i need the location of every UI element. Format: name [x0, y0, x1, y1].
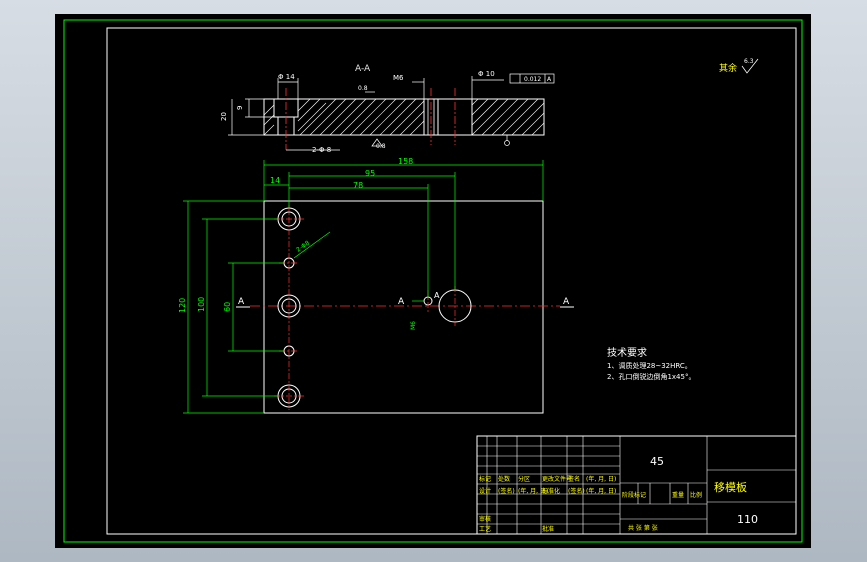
dim-depth9: 9	[236, 106, 244, 110]
sheet-background	[55, 14, 811, 548]
tb-r2-c6: (年, 月, 日)	[586, 487, 616, 495]
dim-95: 95	[365, 169, 375, 178]
tb-r3-c1: 审核	[479, 515, 491, 523]
surface-note-label: 其余	[719, 62, 737, 74]
tb-r1-c5: 签名	[568, 475, 580, 483]
tb-r2-c5: (签名)	[568, 487, 585, 495]
section-mark-right: A	[563, 297, 570, 307]
title-material: 45	[650, 455, 664, 468]
tb-r4-c3: 批准	[542, 525, 554, 533]
tb-r4-c1: 工艺	[479, 525, 491, 533]
roughness-left: 0.8	[358, 85, 368, 92]
title-part-name: 移模板	[714, 480, 747, 494]
tb-r1-c6: (年, 月, 日)	[586, 475, 616, 483]
tb-r1-c2: 处数	[498, 475, 510, 483]
section-title: A-A	[355, 64, 371, 74]
tb-r1-c3: 分区	[518, 475, 530, 483]
dim-tap-note: M6	[410, 321, 417, 330]
surface-note-value: 6.3	[744, 58, 754, 65]
dim-120: 120	[178, 298, 187, 313]
section-mark-left: A	[238, 297, 245, 307]
drawing-canvas[interactable]: A-A 0.012 A Φ 14 9 20 M6 Φ 10 2-Φ 8 0.8 …	[0, 0, 867, 562]
dim-2phi8: 2-Φ 8	[312, 146, 331, 154]
dim-depth20: 20	[220, 112, 228, 121]
tb-r2-c2: (签名)	[498, 487, 515, 495]
dim-78: 78	[353, 181, 363, 190]
tb-sheets: 共 张 第 张	[628, 524, 658, 532]
tb-r2-c1: 设计	[479, 487, 491, 495]
tb-r1-c1: 标记	[479, 475, 491, 483]
tb-r2-c4: 标准化	[542, 487, 560, 495]
dim-phi10: Φ 10	[478, 70, 495, 78]
tolerance-value: 0.012	[524, 76, 541, 83]
tech-req-line-2: 2、孔口倒锐边倒角1x45°。	[607, 372, 695, 381]
title-drawing-no: 110	[737, 513, 758, 526]
dim-m6: M6	[393, 74, 404, 82]
dim-100: 100	[197, 297, 206, 312]
section-mark-mid: A	[398, 297, 405, 307]
tb-scale: 比例	[690, 491, 702, 499]
dim-14: 14	[270, 176, 280, 185]
tb-stage: 阶段标记	[622, 491, 646, 499]
tb-weight: 重量	[672, 491, 684, 499]
dim-60: 60	[223, 302, 232, 312]
dim-158: 158	[398, 157, 413, 166]
cad-viewport[interactable]: A-A 0.012 A Φ 14 9 20 M6 Φ 10 2-Φ 8 0.8 …	[0, 0, 867, 562]
section-mark-mid2: A	[434, 291, 440, 300]
dim-phi14: Φ 14	[278, 73, 295, 81]
tech-req-title: 技术要求	[607, 346, 647, 359]
tech-req-line-1: 1、调质处理28~32HRC。	[607, 361, 692, 370]
